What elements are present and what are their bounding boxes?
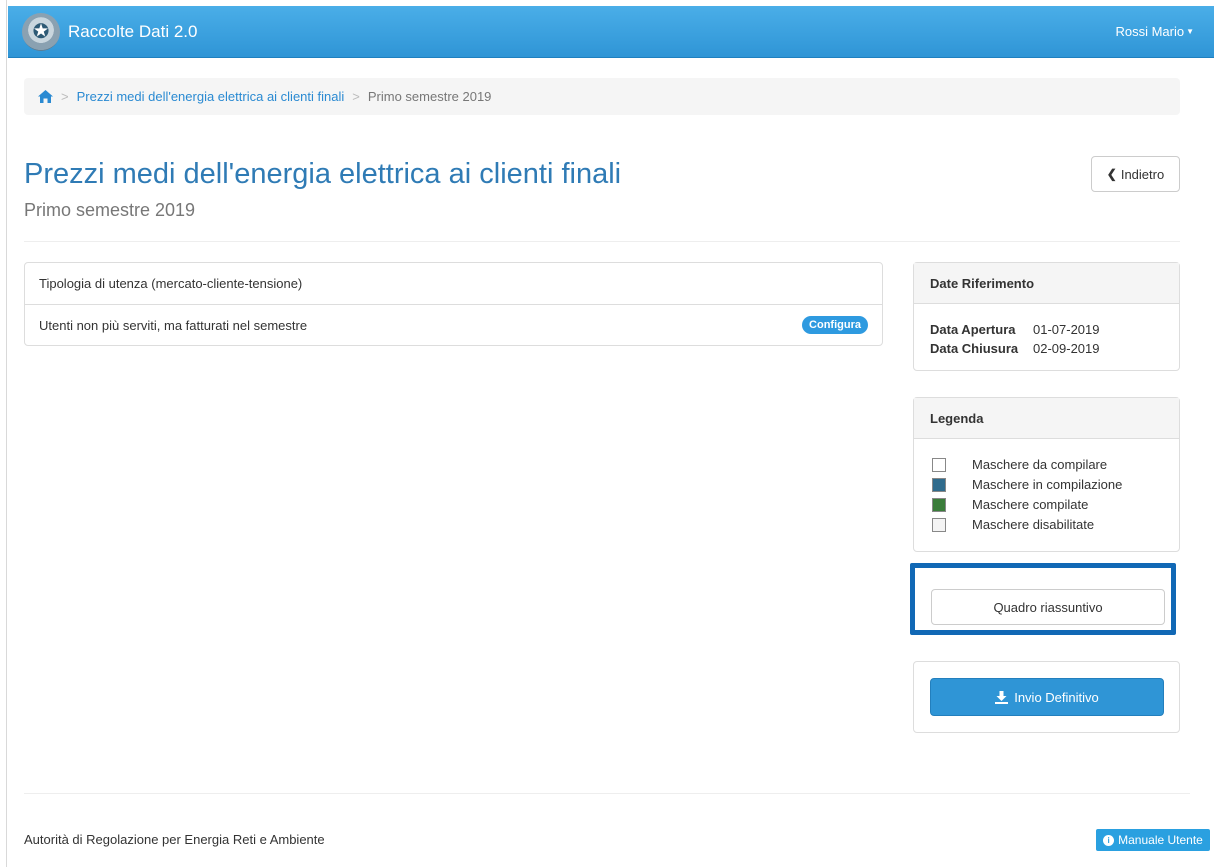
back-button[interactable]: ❮ Indietro (1091, 156, 1180, 192)
footer-text: Autorità di Regolazione per Energia Reti… (24, 832, 325, 847)
page-subtitle: Primo semestre 2019 (24, 200, 196, 220)
legend-heading: Legenda (914, 398, 1179, 439)
list-item[interactable]: Utenti non più serviti, ma fatturati nel… (25, 304, 882, 345)
opening-date-value: 01-07-2019 (1033, 322, 1100, 337)
legend-item-label: Maschere in compilazione (972, 477, 1123, 492)
user-manual-label: Manuale Utente (1118, 833, 1203, 847)
final-submit-label: Invio Definitivo (1014, 689, 1099, 705)
legend-item: Maschere disabilitate (932, 515, 1163, 535)
breadcrumb-separator: > (61, 89, 69, 104)
brand[interactable]: ✪ Raccolte Dati 2.0 (22, 12, 198, 51)
opening-date-label: Data Apertura (930, 322, 1016, 337)
list-item-label: Utenti non più serviti, ma fatturati nel… (39, 317, 308, 333)
list-item-label: Tipologia di utenza (mercato-cliente-ten… (39, 276, 303, 291)
legend-swatch (932, 458, 946, 472)
opening-date-row: Data Apertura 01-07-2019 (930, 320, 1163, 339)
breadcrumb-current: Primo semestre 2019 (367, 89, 492, 104)
left-edge (0, 0, 7, 867)
user-name: Rossi Mario (1115, 24, 1185, 39)
legend-swatch (932, 478, 946, 492)
legend-item-label: Maschere compilate (972, 497, 1089, 512)
home-icon[interactable] (38, 90, 53, 103)
user-type-list: Tipologia di utenza (mercato-cliente-ten… (24, 262, 883, 346)
final-submit-button[interactable]: Invio Definitivo (930, 678, 1164, 716)
top-navbar: ✪ Raccolte Dati 2.0 Rossi Mario ▼ (8, 6, 1214, 58)
summary-panel-highlight: Quadro riassuntivo (910, 563, 1176, 635)
breadcrumb-separator: > (352, 89, 360, 104)
back-button-label: Indietro (1120, 166, 1165, 182)
legend-panel: Legenda Maschere da compilare Maschere i… (913, 397, 1180, 552)
closing-date-value: 02-09-2019 (1033, 341, 1100, 356)
configure-badge[interactable]: Configura (802, 316, 868, 334)
divider (24, 241, 1180, 242)
footer-divider (24, 793, 1190, 794)
closing-date-label: Data Chiusura (930, 341, 1019, 356)
reference-dates-heading: Date Riferimento (914, 263, 1179, 304)
republic-emblem-icon: ✪ (22, 12, 60, 51)
info-circle-icon: i (1103, 834, 1115, 846)
legend-item: Maschere da compilare (932, 455, 1163, 475)
legend-item: Maschere compilate (932, 495, 1163, 515)
closing-date-row: Data Chiusura 02-09-2019 (930, 339, 1163, 358)
legend-item: Maschere in compilazione (932, 475, 1163, 495)
reference-dates-panel: Date Riferimento Data Apertura 01-07-201… (913, 262, 1180, 371)
chevron-left-icon: ❮ (1106, 167, 1117, 181)
user-manual-button[interactable]: i Manuale Utente (1096, 829, 1210, 851)
list-item[interactable]: Tipologia di utenza (mercato-cliente-ten… (25, 263, 882, 304)
summary-button[interactable]: Quadro riassuntivo (931, 589, 1165, 625)
breadcrumb: > Prezzi medi dell'energia elettrica ai … (24, 78, 1180, 115)
legend-swatch (932, 518, 946, 532)
breadcrumb-parent-link[interactable]: Prezzi medi dell'energia elettrica ai cl… (77, 89, 345, 104)
caret-down-icon: ▼ (1186, 27, 1194, 36)
page-title: Prezzi medi dell'energia elettrica ai cl… (24, 158, 622, 190)
legend-item-label: Maschere da compilare (972, 457, 1108, 472)
brand-title: Raccolte Dati 2.0 (68, 21, 198, 41)
send-panel: Invio Definitivo (913, 661, 1180, 733)
download-icon (995, 690, 1009, 704)
legend-item-label: Maschere disabilitate (972, 517, 1095, 532)
user-menu[interactable]: Rossi Mario ▼ (1115, 24, 1194, 39)
legend-swatch (932, 498, 946, 512)
